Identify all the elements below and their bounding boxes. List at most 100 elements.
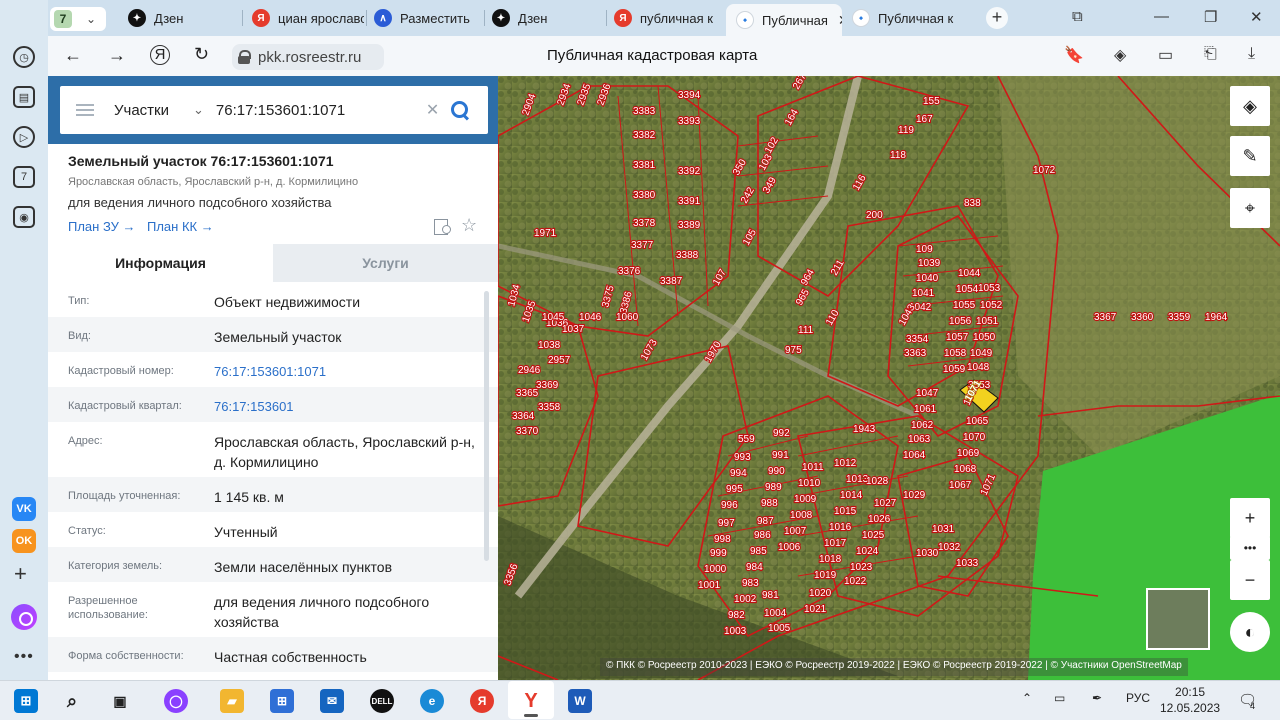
parcel-label: 1015	[834, 506, 857, 517]
minimap-thumbnail[interactable]	[1146, 588, 1210, 650]
back-icon[interactable]: ←	[64, 45, 82, 66]
tab-label: Дзен	[518, 10, 548, 26]
download-icon[interactable]: ⤓	[1248, 45, 1255, 63]
dell-icon[interactable]: DELL	[370, 689, 394, 713]
tray-pen-icon[interactable]: ✒	[1092, 691, 1102, 705]
extension-icon[interactable]: ◈	[1114, 45, 1126, 65]
word-icon[interactable]: W	[568, 689, 592, 713]
detail-key: Кадастровый номер:	[68, 365, 174, 377]
alice-assistant-icon[interactable]	[11, 604, 37, 630]
object-title: Земельный участок 76:17:153601:1071	[68, 153, 334, 169]
parcel-label: 1943	[853, 424, 876, 435]
vk-icon[interactable]: VK	[12, 497, 36, 521]
panel-scrollbar[interactable]	[484, 291, 489, 561]
new-tab-button[interactable]: +	[986, 7, 1008, 29]
collections-sidebar-icon[interactable]: ▤	[13, 86, 35, 108]
close-tab-icon[interactable]: ✕	[838, 12, 842, 29]
parcel-label: 992	[773, 428, 790, 439]
parcel-label: 993	[734, 452, 751, 463]
tab-seven-icon[interactable]: 7	[13, 166, 35, 188]
screenshot-icon[interactable]: ◉	[13, 206, 35, 228]
zoom-in-button[interactable]: +	[1230, 498, 1270, 538]
task-view-icon[interactable]: ▣	[108, 689, 132, 713]
tab-counter-button[interactable]: 7 ⌄	[50, 7, 106, 31]
video-icon[interactable]: ▷	[13, 126, 35, 148]
tab-public-map-active[interactable]: ⬩ Публичная ✕	[726, 4, 842, 36]
detail-row: Статус: Учтенный	[48, 512, 498, 547]
yandex-home-icon[interactable]: Я	[150, 45, 170, 65]
clock[interactable]: 20:15 12.05.2023	[1160, 684, 1220, 716]
parcel-label: 991	[772, 450, 789, 461]
parcel-label: 990	[768, 466, 785, 477]
screen: 7 ⌄ ✦ Дзен Я циан ярославск ∧ Разместить…	[0, 0, 1280, 720]
parcel-label: 2946	[518, 365, 541, 376]
search-type-select[interactable]: Участки	[114, 102, 169, 119]
windows-start-icon[interactable]: ⊞	[14, 689, 38, 713]
zoom-out-button[interactable]: −	[1230, 560, 1270, 600]
clock-time: 20:15	[1175, 685, 1206, 699]
parcel-label: 998	[714, 534, 731, 545]
tab-information[interactable]: Информация	[48, 244, 273, 282]
maximize-icon[interactable]: ❐	[1204, 8, 1217, 26]
parcel-label: 1022	[844, 576, 867, 587]
bookmark-icon[interactable]: 🔖	[1064, 45, 1084, 65]
ms-store-icon[interactable]: ⊞	[270, 689, 294, 713]
tab-services[interactable]: Услуги	[273, 244, 498, 282]
menu-icon[interactable]	[76, 104, 94, 116]
map-attribution: © ПКК © Росреестр 2010-2023 | ЕЭКО © Рос…	[600, 658, 1188, 676]
tab-public-search[interactable]: Я публичная к	[614, 4, 718, 32]
favorite-star-icon[interactable]: ☆	[461, 215, 477, 236]
tab-dzen-2[interactable]: ✦ Дзен	[492, 4, 604, 32]
add-sidebar-icon[interactable]: +	[14, 561, 27, 587]
tab-cian-search[interactable]: Я циан ярославск	[252, 4, 364, 32]
odnoklassniki-icon[interactable]: OK	[12, 529, 36, 553]
tray-chevron-up-icon[interactable]: ⌃	[1022, 691, 1032, 705]
search-taskbar-icon[interactable]: ⌕	[60, 689, 84, 713]
find-on-map-icon[interactable]	[434, 218, 452, 236]
tabs-overview-icon[interactable]: ⧉	[1072, 8, 1083, 25]
yandex-taskbar-icon[interactable]: Я	[470, 689, 494, 713]
detail-key: Площадь уточненная:	[68, 490, 181, 502]
plan-zu-link[interactable]: План ЗУ →	[68, 219, 136, 234]
ruler-icon[interactable]: ✎	[1230, 136, 1270, 176]
tab-public-map-2[interactable]: ⬩ Публичная к	[852, 4, 968, 32]
tab-razmestit[interactable]: ∧ Разместить	[374, 4, 482, 32]
detail-value-link[interactable]: 76:17:153601	[214, 387, 498, 422]
more-icon[interactable]: •••	[14, 648, 34, 666]
tab-dzen-1[interactable]: ✦ Дзен	[128, 4, 240, 32]
collections-icon[interactable]: ⎗	[1204, 45, 1217, 63]
reload-icon[interactable]: ↻	[194, 44, 209, 65]
language-indicator[interactable]: РУС	[1126, 691, 1150, 705]
clear-icon[interactable]: ✕	[426, 100, 439, 120]
parcel-label: 3392	[678, 166, 701, 177]
detail-value-link[interactable]: 76:17:153601:1071	[214, 352, 498, 387]
search-input[interactable]	[215, 101, 416, 119]
battery-icon[interactable]: ▭	[1158, 45, 1173, 65]
more-tools-icon[interactable]: •••	[1230, 536, 1270, 560]
forward-icon[interactable]: →	[108, 45, 126, 66]
parcel-label: 1004	[764, 608, 787, 619]
close-window-icon[interactable]: ✕	[1250, 8, 1263, 26]
edge-icon[interactable]: e	[420, 689, 444, 713]
history-icon[interactable]: ◷	[13, 46, 35, 68]
parcel-label: 1051	[976, 316, 999, 327]
parcel-label: 1014	[840, 490, 863, 501]
file-explorer-icon[interactable]: ▰	[220, 689, 244, 713]
layers-icon[interactable]: ◈	[1230, 86, 1270, 126]
parcel-label: 109	[916, 244, 933, 255]
dzen-icon: ✦	[492, 9, 510, 27]
compass-icon[interactable]: ◐	[1230, 612, 1270, 652]
locate-icon[interactable]: ⌖	[1230, 188, 1270, 228]
parcel-label: 1026	[868, 514, 891, 525]
minimize-icon[interactable]: —	[1154, 8, 1169, 25]
url-field[interactable]: pkk.rosreestr.ru	[232, 44, 384, 70]
mail-icon[interactable]: ✉	[320, 689, 344, 713]
alice-taskbar-icon[interactable]: ◯	[164, 689, 188, 713]
parcel-label: 982	[728, 610, 745, 621]
search-icon[interactable]	[449, 99, 471, 121]
plan-kk-link[interactable]: План КК →	[147, 219, 214, 234]
chevron-down-icon[interactable]: ⌄	[193, 102, 204, 118]
tray-display-icon[interactable]: ▭	[1054, 691, 1065, 705]
yandex-browser-icon[interactable]: Y	[519, 689, 543, 713]
parcel-label: 1063	[908, 434, 931, 445]
